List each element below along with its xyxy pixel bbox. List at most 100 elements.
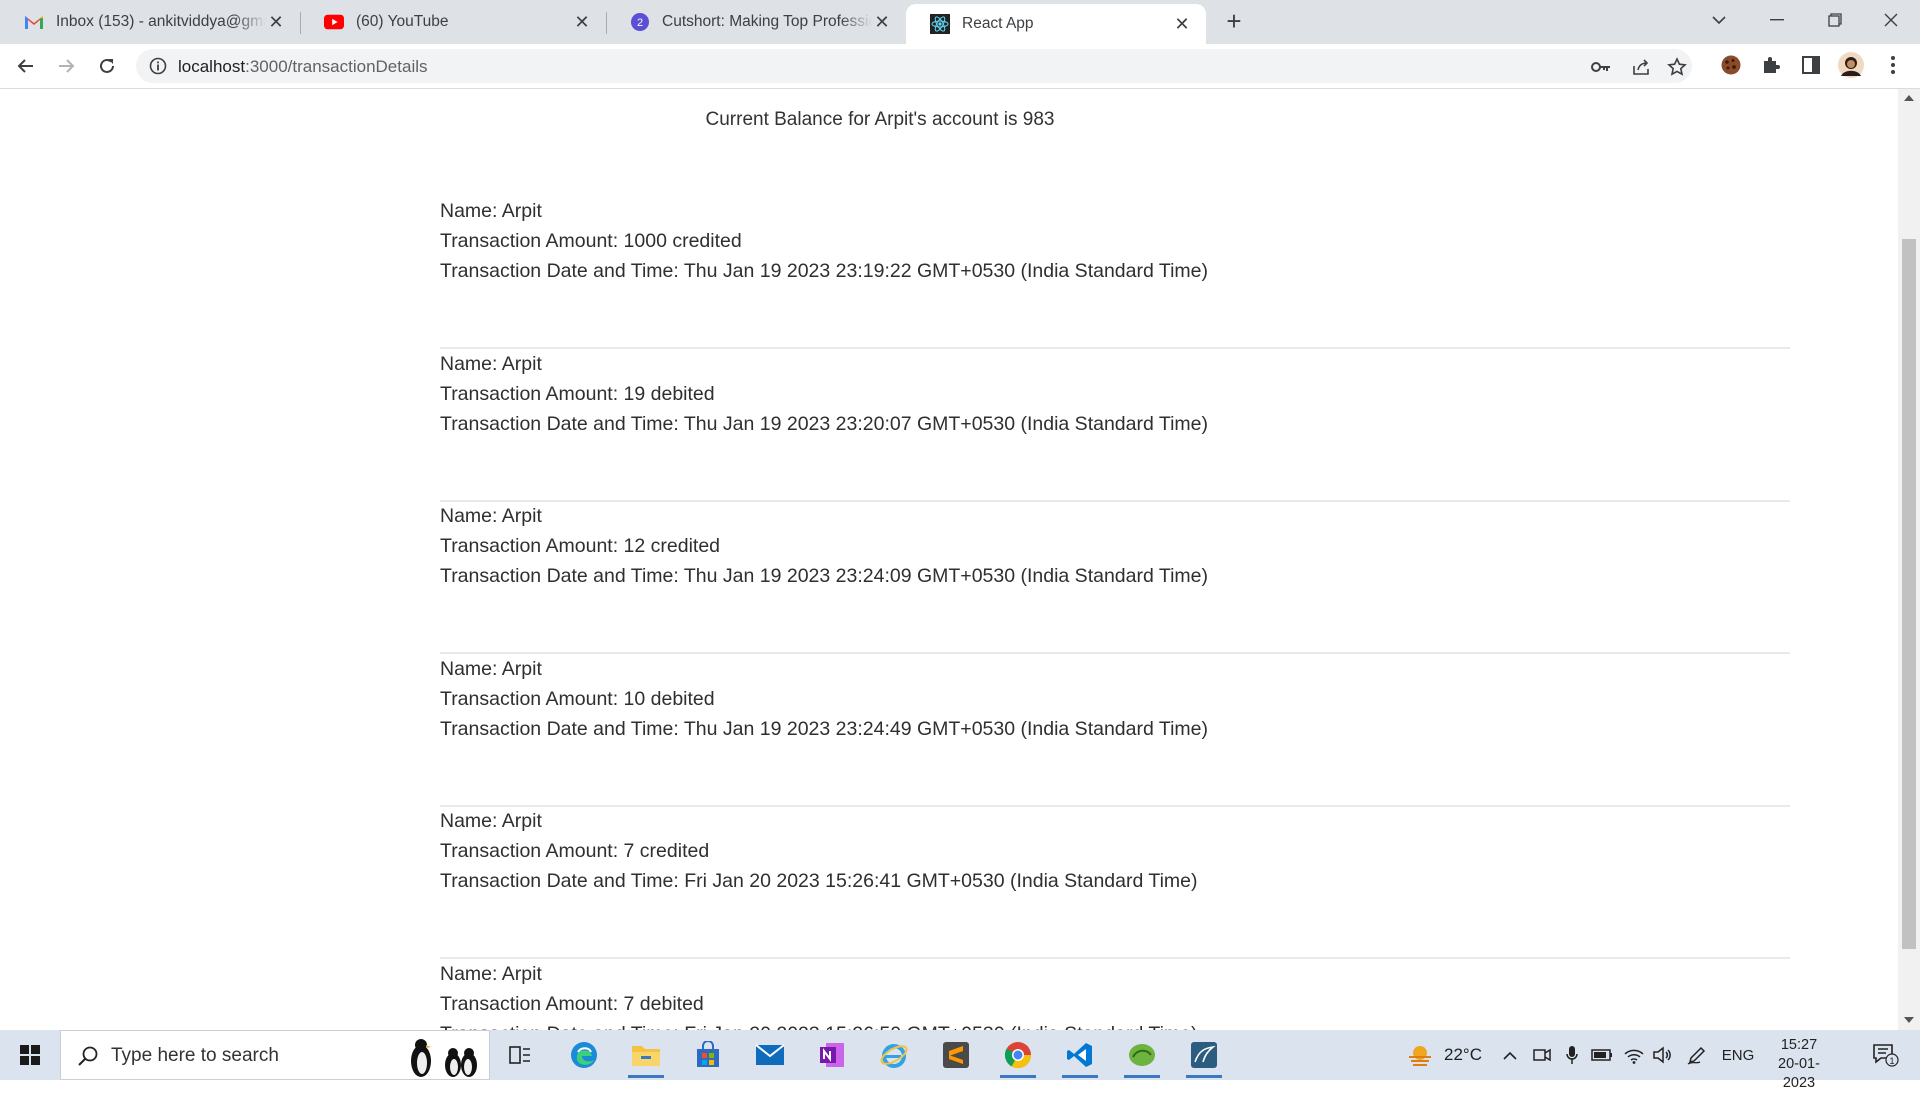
- volume-icon[interactable]: [1650, 1030, 1674, 1080]
- transaction-datetime: Transaction Date and Time: Thu Jan 19 20…: [440, 565, 1208, 587]
- tab-title: Cutshort: Making Top Professionals Disco…: [662, 13, 872, 30]
- meet-now-icon[interactable]: [1530, 1030, 1554, 1080]
- transaction-name: Name: Arpit: [440, 353, 542, 375]
- tab-gmail[interactable]: Inbox (153) - ankitviddya@gmail.com - Gm…: [0, 0, 300, 44]
- transaction-name: Name: Arpit: [440, 505, 542, 527]
- edge-icon[interactable]: [564, 1038, 604, 1072]
- microphone-icon[interactable]: [1560, 1030, 1584, 1080]
- battery-icon[interactable]: [1590, 1030, 1614, 1080]
- close-tab-icon[interactable]: ✕: [1172, 14, 1192, 34]
- search-icon: [77, 1045, 99, 1067]
- site-info-icon[interactable]: [148, 56, 168, 76]
- transaction-item: Name: Arpit Transaction Amount: 7 debite…: [440, 959, 1790, 1030]
- restore-icon[interactable]: [1806, 0, 1864, 40]
- transaction-datetime: Transaction Date and Time: Thu Jan 19 20…: [440, 260, 1208, 282]
- page-content: Current Balance for Arpit's account is 9…: [0, 89, 1898, 1030]
- current-balance-text: Current Balance for Arpit's account is 9…: [705, 109, 1055, 130]
- vscode-icon[interactable]: [1060, 1038, 1100, 1078]
- taskbar-search-placeholder: Type here to search: [111, 1045, 279, 1066]
- penguins-search-highlight-icon[interactable]: [401, 1035, 491, 1079]
- tab-title: Inbox (153) - ankitviddya@gmail.com - Gm…: [56, 13, 266, 30]
- chrome-icon[interactable]: [998, 1038, 1038, 1078]
- transaction-amount: Transaction Amount: 12 credited: [440, 535, 721, 557]
- close-window-icon[interactable]: [1862, 0, 1920, 40]
- tab-badge-text: 2: [637, 17, 643, 29]
- tab-react-app[interactable]: React App ✕: [906, 4, 1206, 44]
- scrollbar-thumb[interactable]: [1902, 239, 1916, 949]
- reload-icon[interactable]: [93, 52, 121, 80]
- tab-title: (60) YouTube: [356, 13, 449, 30]
- transaction-name: Name: Arpit: [440, 963, 542, 985]
- close-tab-icon[interactable]: ✕: [572, 12, 592, 32]
- gmail-icon: [24, 12, 44, 32]
- forward-icon[interactable]: [52, 52, 80, 80]
- transaction-amount: Transaction Amount: 1000 credited: [440, 230, 742, 252]
- transaction-item: Name: Arpit Transaction Amount: 7 credit…: [440, 806, 1790, 959]
- windows-taskbar: Type here to search 22°C ENG 15:27 20-01…: [0, 1030, 1920, 1091]
- browser-toolbar: localhost:3000/transactionDetails: [0, 44, 1920, 89]
- mail-icon[interactable]: [750, 1038, 790, 1072]
- weather-temperature[interactable]: 22°C: [1438, 1030, 1488, 1080]
- share-icon[interactable]: [1630, 56, 1652, 78]
- back-icon[interactable]: [12, 52, 40, 80]
- transaction-datetime: Transaction Date and Time: Fri Jan 20 20…: [440, 870, 1198, 892]
- transaction-item: Name: Arpit Transaction Amount: 12 credi…: [440, 501, 1790, 654]
- side-panel-icon[interactable]: [1798, 52, 1824, 78]
- tab-title: React App: [962, 15, 1034, 32]
- page-scrollbar[interactable]: [1898, 89, 1920, 1030]
- address-bar[interactable]: localhost:3000/transactionDetails: [136, 49, 1692, 83]
- password-key-icon[interactable]: [1590, 56, 1612, 78]
- transaction-item: Name: Arpit Transaction Amount: 10 debit…: [440, 654, 1790, 807]
- internet-explorer-icon[interactable]: [874, 1038, 914, 1072]
- task-view-icon[interactable]: [500, 1038, 540, 1072]
- transaction-item: Name: Arpit Transaction Amount: 19 debit…: [440, 349, 1790, 502]
- mysql-workbench-icon[interactable]: [1184, 1038, 1224, 1078]
- wifi-icon[interactable]: [1622, 1030, 1646, 1080]
- onenote-icon[interactable]: [812, 1038, 852, 1072]
- minimize-icon[interactable]: [1748, 0, 1806, 40]
- taskbar-search-box[interactable]: Type here to search: [60, 1030, 490, 1080]
- weather-icon[interactable]: [1405, 1030, 1435, 1080]
- spring-tool-icon[interactable]: [1122, 1038, 1162, 1078]
- url-host: localhost: [178, 57, 246, 76]
- extensions-puzzle-icon[interactable]: [1758, 52, 1784, 78]
- pen-ink-workspace-icon[interactable]: [1684, 1030, 1710, 1080]
- tab-strip: Inbox (153) - ankitviddya@gmail.com - Gm…: [0, 0, 1920, 44]
- cookie-extension-icon[interactable]: [1718, 52, 1744, 78]
- bookmark-star-icon[interactable]: [1666, 56, 1688, 78]
- input-language[interactable]: ENG: [1718, 1030, 1758, 1080]
- show-hidden-icons-chevron-icon[interactable]: [1500, 1030, 1520, 1080]
- cutshort-icon: 2: [630, 12, 650, 32]
- windows-start-icon[interactable]: [0, 1030, 60, 1080]
- transaction-datetime: Transaction Date and Time: Fri Jan 20 20…: [440, 1019, 1790, 1030]
- scroll-up-arrow-icon[interactable]: [1904, 95, 1914, 101]
- clock-date: 20-01-2023: [1778, 1056, 1820, 1091]
- clock-time: 15:27: [1780, 1037, 1818, 1053]
- transaction-item: Name: Arpit Transaction Amount: 1000 cre…: [440, 196, 1790, 349]
- url-path: :3000/transactionDetails: [245, 57, 428, 76]
- sublime-text-icon[interactable]: [936, 1038, 976, 1072]
- close-tab-icon[interactable]: ✕: [266, 12, 286, 32]
- profile-avatar[interactable]: [1838, 52, 1864, 78]
- transaction-name: Name: Arpit: [440, 658, 542, 680]
- file-explorer-icon[interactable]: [626, 1038, 666, 1078]
- scroll-down-arrow-icon[interactable]: [1904, 1017, 1914, 1023]
- transaction-datetime: Transaction Date and Time: Thu Jan 19 20…: [440, 413, 1208, 435]
- new-tab-button[interactable]: +: [1218, 8, 1250, 36]
- url-text: localhost:3000/transactionDetails: [178, 57, 428, 77]
- taskbar-clock[interactable]: 15:27 20-01-2023: [1764, 1036, 1834, 1093]
- transaction-amount: Transaction Amount: 7 debited: [440, 993, 704, 1015]
- tab-youtube[interactable]: (60) YouTube ✕: [300, 0, 606, 44]
- transaction-amount: Transaction Amount: 10 debited: [440, 688, 715, 710]
- transaction-amount: Transaction Amount: 19 debited: [440, 383, 715, 405]
- transaction-amount: Transaction Amount: 7 credited: [440, 840, 710, 862]
- tab-cutshort[interactable]: 2 Cutshort: Making Top Professionals Dis…: [606, 0, 906, 44]
- react-icon: [930, 14, 950, 34]
- store-icon[interactable]: [688, 1038, 728, 1072]
- notification-center-icon[interactable]: 1: [1866, 1030, 1906, 1080]
- tab-search-icon[interactable]: [1690, 0, 1748, 40]
- browser-menu-icon[interactable]: [1880, 52, 1906, 78]
- transaction-name: Name: Arpit: [440, 810, 542, 832]
- close-tab-icon[interactable]: ✕: [872, 12, 892, 32]
- transaction-name: Name: Arpit: [440, 200, 542, 222]
